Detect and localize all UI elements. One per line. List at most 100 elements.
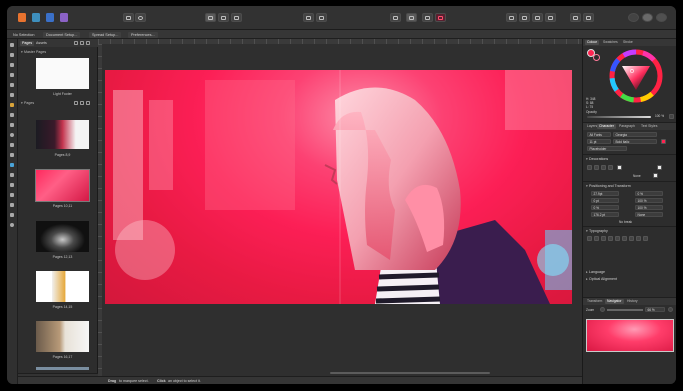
- fractions-icon[interactable]: [622, 236, 627, 241]
- view-tool-icon[interactable]: [9, 212, 16, 218]
- page-thumb-selected[interactable]: [35, 169, 90, 202]
- typography-header[interactable]: ▾Typography: [586, 229, 608, 233]
- publisher-persona-icon[interactable]: [18, 13, 26, 22]
- distribute-icon[interactable]: [545, 13, 556, 22]
- decoration-color-2-swatch[interactable]: [657, 165, 662, 170]
- view-mode-icon[interactable]: [123, 13, 134, 22]
- pages-copy-icon[interactable]: [80, 101, 84, 105]
- vertical-scale-field[interactable]: 100 %: [635, 205, 663, 210]
- picture-frame-tool-icon[interactable]: [9, 122, 16, 128]
- tab-stroke[interactable]: Stroke: [621, 40, 635, 45]
- opacity-slider[interactable]: [587, 116, 651, 118]
- pages-view-icon[interactable]: [406, 13, 417, 22]
- tab-paragraph[interactable]: Paragraph: [617, 124, 637, 129]
- duplicate-page-icon[interactable]: [80, 41, 84, 45]
- table-tool-icon[interactable]: [9, 62, 16, 68]
- link-icon[interactable]: [316, 13, 327, 22]
- frame-icon[interactable]: [218, 13, 229, 22]
- page-thumb[interactable]: [35, 220, 90, 253]
- artistic-text-tool-icon[interactable]: [9, 82, 16, 88]
- color-wheel[interactable]: [608, 48, 664, 104]
- tab-pages[interactable]: Pages: [20, 40, 35, 46]
- text-case-select[interactable]: None: [635, 212, 663, 217]
- zoom-tool-icon[interactable]: [9, 222, 16, 228]
- eyedropper-icon[interactable]: [669, 114, 674, 119]
- zoom-value-field[interactable]: 66 %: [645, 307, 665, 312]
- page-thumb[interactable]: [35, 320, 90, 353]
- font-style-select[interactable]: Bold Italic: [613, 139, 657, 144]
- oldstyle-icon[interactable]: [643, 236, 648, 241]
- snapping-icon[interactable]: [583, 13, 594, 22]
- text-color-swatch[interactable]: [661, 139, 666, 144]
- all-caps-icon[interactable]: [601, 236, 606, 241]
- document-canvas[interactable]: [102, 44, 582, 376]
- place-image-tool-icon[interactable]: [9, 182, 16, 188]
- tab-history[interactable]: History: [625, 299, 640, 304]
- zoom-slider[interactable]: [607, 309, 643, 311]
- baseline-field[interactable]: 0 pt: [591, 198, 619, 203]
- transparency-tool-icon[interactable]: [9, 172, 16, 178]
- page-thumb[interactable]: [35, 366, 90, 371]
- tab-colour[interactable]: Colour: [585, 40, 599, 45]
- decoration-fill-swatch[interactable]: [653, 173, 658, 178]
- font-family-select[interactable]: Georgia: [613, 132, 657, 137]
- fill-tool-icon[interactable]: [9, 162, 16, 168]
- export-persona-icon[interactable]: [60, 13, 68, 22]
- insert-icon[interactable]: [303, 13, 314, 22]
- document-setup-button[interactable]: Document Setup...: [43, 31, 81, 38]
- color-picker-icon[interactable]: [435, 13, 446, 22]
- outline-icon[interactable]: [608, 165, 613, 170]
- pencil-tool-icon[interactable]: [9, 102, 16, 108]
- navigator-preview[interactable]: [586, 319, 674, 352]
- master-page-thumb[interactable]: [35, 57, 90, 90]
- stroke-color-well[interactable]: [593, 54, 600, 61]
- shape-tool-icon[interactable]: [9, 152, 16, 158]
- ligature-icon[interactable]: [587, 236, 592, 241]
- preferences-gear-icon[interactable]: [135, 13, 146, 22]
- spread-view-icon[interactable]: [205, 13, 216, 22]
- text-frame-tool-icon[interactable]: [9, 72, 16, 78]
- swash-icon[interactable]: [636, 236, 641, 241]
- delete-page-icon[interactable]: [86, 41, 90, 45]
- placeholder-select[interactable]: Placeholder: [587, 146, 627, 151]
- align-center-icon[interactable]: [519, 13, 530, 22]
- small-caps-icon[interactable]: [594, 236, 599, 241]
- grid-icon[interactable]: [231, 13, 242, 22]
- photo-persona-icon[interactable]: [32, 13, 40, 22]
- superscript-icon[interactable]: [608, 236, 613, 241]
- rectangle-tool-icon[interactable]: [9, 142, 16, 148]
- underline-icon[interactable]: [587, 165, 592, 170]
- subscript-icon[interactable]: [615, 236, 620, 241]
- canvas-scrollbar[interactable]: [330, 372, 490, 374]
- shear-field[interactable]: 100 %: [635, 198, 663, 203]
- node-tool-icon[interactable]: [9, 52, 16, 58]
- positioning-header[interactable]: ▾Positioning and Transform: [586, 184, 631, 188]
- crop-tool-icon[interactable]: [9, 202, 16, 208]
- tab-swatches[interactable]: Swatches: [601, 40, 620, 45]
- align-left-icon[interactable]: [506, 13, 517, 22]
- stroke-swatch-icon[interactable]: [656, 13, 667, 22]
- zoom-out-icon[interactable]: [600, 307, 605, 312]
- page-thumb[interactable]: [35, 119, 90, 150]
- designer-persona-icon[interactable]: [46, 13, 54, 22]
- font-size-field[interactable]: 11 pt: [587, 139, 611, 144]
- tab-transform[interactable]: Transform: [585, 299, 604, 304]
- fill-swatch-icon[interactable]: [642, 13, 653, 22]
- master-pages-header[interactable]: ▾Master Pages: [21, 50, 46, 54]
- kerning-field[interactable]: 27.9pt: [591, 191, 619, 196]
- spread-photo[interactable]: [105, 70, 572, 304]
- pages-header[interactable]: ▾Pages: [21, 101, 34, 105]
- optical-alignment-header[interactable]: ▸Optical Alignment: [586, 277, 617, 281]
- pen-tool-icon[interactable]: [9, 92, 16, 98]
- vector-brush-tool-icon[interactable]: [9, 112, 16, 118]
- pages-trash-icon[interactable]: [86, 101, 90, 105]
- decoration-color-swatch[interactable]: [617, 165, 622, 170]
- arrange-icon[interactable]: [570, 13, 581, 22]
- move-tool-icon[interactable]: [9, 42, 16, 48]
- tab-character[interactable]: Character: [597, 124, 616, 129]
- page-thumb[interactable]: [35, 270, 90, 303]
- color-picker-tool-icon[interactable]: [9, 192, 16, 198]
- tab-text-styles[interactable]: Text Styles: [639, 124, 659, 129]
- language-header[interactable]: ▸Language: [586, 270, 605, 274]
- align-right-icon[interactable]: [532, 13, 543, 22]
